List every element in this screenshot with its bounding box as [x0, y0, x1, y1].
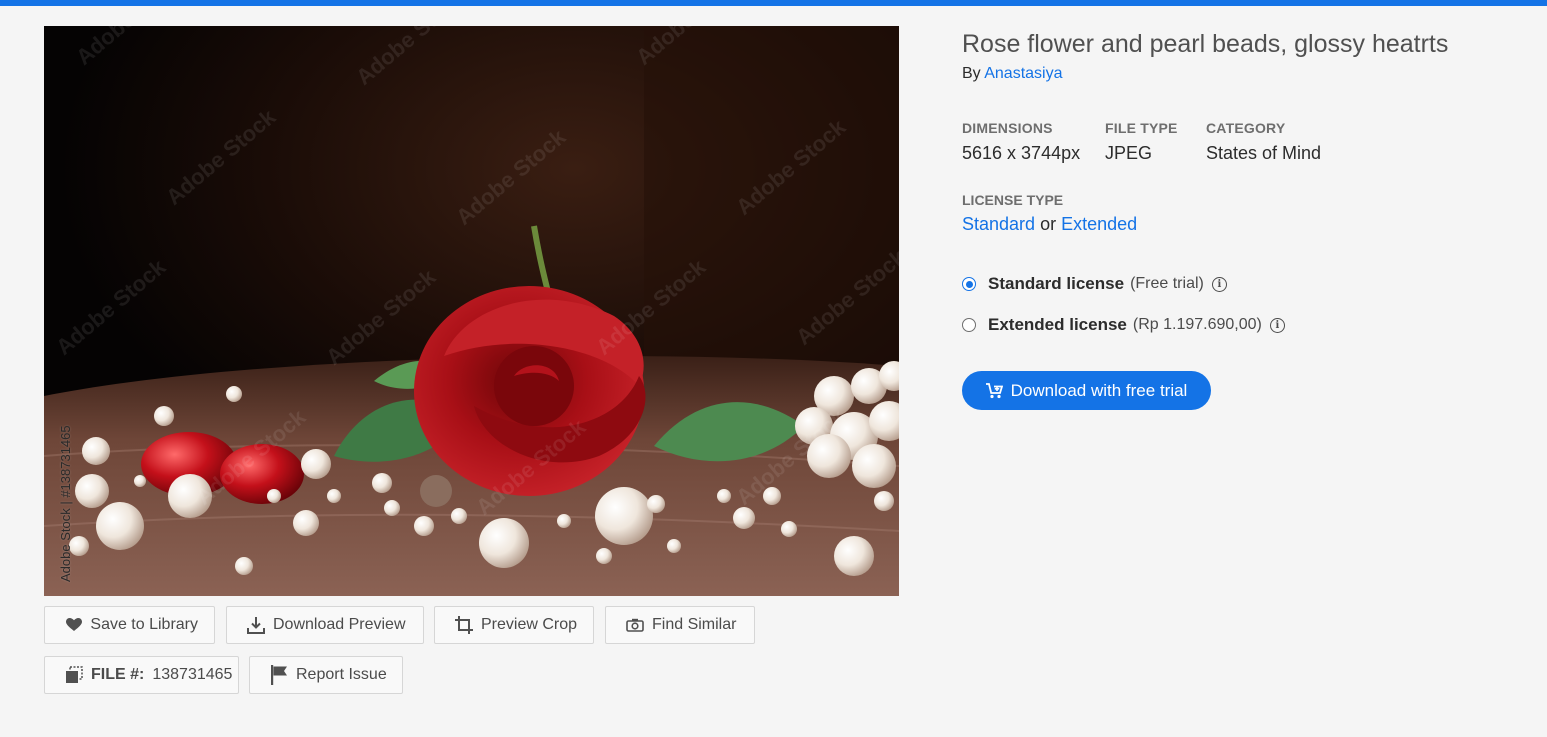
extended-license-option[interactable]: Extended license (Rp 1.197.690,00) i: [962, 315, 1285, 335]
license-type-label: LICENSE TYPE: [962, 192, 1064, 208]
dimensions-value: 5616 x 3744px: [962, 143, 1081, 163]
extended-license-radio[interactable]: [962, 318, 976, 332]
cart-icon: [985, 382, 1003, 399]
top-accent-bar: [0, 0, 1547, 6]
download-preview-button[interactable]: Download Preview: [226, 606, 424, 644]
asset-preview-image[interactable]: Adobe Stock Adobe Stock Adobe Stock Adob…: [44, 26, 899, 596]
license-or-text: or: [1040, 214, 1057, 234]
license-type-value: Standard or Extended: [962, 214, 1137, 235]
dimensions-label: DIMENSIONS: [962, 120, 1053, 136]
heart-icon: [65, 616, 82, 634]
copy-icon: [65, 666, 83, 684]
byline-prefix: By: [962, 65, 981, 82]
standard-license-option[interactable]: Standard license (Free trial) i: [962, 274, 1227, 294]
asset-title: Rose flower and pearl beads, glossy heat…: [962, 30, 1449, 58]
standard-license-name: Standard license: [988, 274, 1125, 293]
info-icon[interactable]: i: [1211, 276, 1227, 292]
crop-icon: [455, 616, 473, 634]
download-with-free-trial-label: Download with free trial: [1010, 380, 1188, 400]
save-to-library-label: Save to Library: [90, 616, 198, 633]
file-number-value: 138731465: [152, 666, 233, 683]
download-preview-label: Download Preview: [273, 616, 406, 633]
find-similar-button[interactable]: Find Similar: [605, 606, 755, 644]
download-with-free-trial-button[interactable]: Download with free trial: [962, 371, 1211, 410]
author-link[interactable]: Anastasiya: [984, 65, 1062, 82]
category-link[interactable]: States of Mind: [1206, 143, 1321, 164]
report-issue-button[interactable]: Report Issue: [249, 656, 403, 694]
rose-photo: Adobe Stock Adobe Stock Adobe Stock Adob…: [44, 26, 899, 596]
standard-license-radio[interactable]: [962, 277, 976, 291]
flag-icon: [270, 665, 288, 685]
author-byline: By Anastasiya: [962, 65, 1063, 83]
camera-icon: [626, 616, 644, 634]
find-similar-label: Find Similar: [652, 616, 737, 633]
report-issue-label: Report Issue: [296, 666, 387, 683]
file-number-label: FILE #:: [91, 666, 145, 683]
standard-license-note: (Free trial): [1130, 275, 1204, 292]
info-icon[interactable]: i: [1269, 317, 1285, 333]
save-to-library-button[interactable]: Save to Library: [44, 606, 215, 644]
preview-crop-label: Preview Crop: [481, 616, 578, 633]
file-number-box[interactable]: FILE #: 138731465: [44, 656, 239, 694]
category-label: CATEGORY: [1206, 120, 1286, 136]
standard-license-link[interactable]: Standard: [962, 214, 1035, 234]
extended-license-link[interactable]: Extended: [1061, 214, 1137, 234]
preview-side-watermark: Adobe Stock | #138731465: [58, 425, 73, 582]
file-type-value: JPEG: [1105, 143, 1153, 163]
preview-crop-button[interactable]: Preview Crop: [434, 606, 594, 644]
extended-license-name: Extended license: [988, 315, 1127, 334]
download-icon: [247, 616, 265, 634]
extended-license-price: (Rp 1.197.690,00): [1132, 316, 1262, 333]
file-type-label: FILE TYPE: [1105, 120, 1178, 136]
